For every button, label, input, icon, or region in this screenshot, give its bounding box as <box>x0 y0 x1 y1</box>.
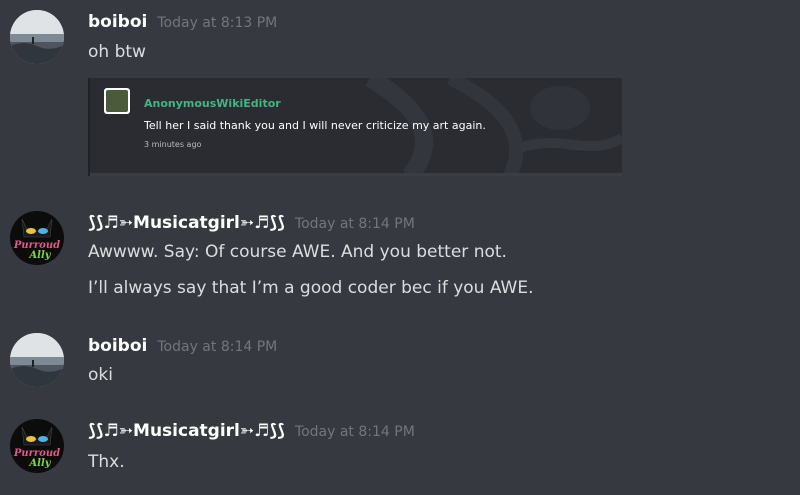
beach-landscape-icon <box>10 10 64 64</box>
username[interactable]: boiboi <box>88 12 147 32</box>
message-text: oki <box>88 365 113 385</box>
message-header: ⟆⟆♬➳Musicatgirl➳♬⟆⟆ Today at 8:14 PM <box>88 213 415 233</box>
svg-text:Ally: Ally <box>28 250 51 261</box>
embed-author-avatar <box>104 88 130 114</box>
username[interactable]: boiboi <box>88 336 147 356</box>
timestamp[interactable]: Today at 8:14 PM <box>295 424 415 440</box>
cat-avatar-icon: Purroud Ally <box>10 211 64 265</box>
message-header: ⟆⟆♬➳Musicatgirl➳♬⟆⟆ Today at 8:14 PM <box>88 421 415 441</box>
embed-message-text: Tell her I said thank you and I will nev… <box>144 119 486 132</box>
message-text: I’ll always say that I’m a good coder be… <box>88 278 534 298</box>
embed-timestamp: 3 minutes ago <box>144 140 202 149</box>
timestamp[interactable]: Today at 8:13 PM <box>157 15 277 31</box>
avatar[interactable]: Purroud Ally <box>10 419 64 473</box>
username[interactable]: ⟆⟆♬➳Musicatgirl➳♬⟆⟆ <box>88 213 285 233</box>
message-embed[interactable]: AnonymousWikiEditor Tell her I said than… <box>88 78 622 176</box>
message-header: boiboi Today at 8:13 PM <box>88 12 277 32</box>
timestamp[interactable]: Today at 8:14 PM <box>295 216 415 232</box>
message-text: Awwww. Say: Of course AWE. And you bette… <box>88 242 507 262</box>
message-text: oh btw <box>88 42 146 62</box>
chat-message-list: boiboi Today at 8:13 PM oh btw AnonymousW… <box>0 0 800 495</box>
message-header: boiboi Today at 8:14 PM <box>88 336 277 356</box>
avatar[interactable] <box>10 333 64 387</box>
avatar[interactable]: Purroud Ally <box>10 211 64 265</box>
avatar[interactable] <box>10 10 64 64</box>
embed-divider <box>90 173 622 176</box>
cat-avatar-icon: Purroud Ally <box>10 419 64 473</box>
message-text: Thx. <box>88 452 125 472</box>
username[interactable]: ⟆⟆♬➳Musicatgirl➳♬⟆⟆ <box>88 421 285 441</box>
embed-author-name[interactable]: AnonymousWikiEditor <box>144 97 281 110</box>
timestamp[interactable]: Today at 8:14 PM <box>157 339 277 355</box>
beach-landscape-icon <box>10 333 64 387</box>
svg-text:Ally: Ally <box>28 458 51 469</box>
